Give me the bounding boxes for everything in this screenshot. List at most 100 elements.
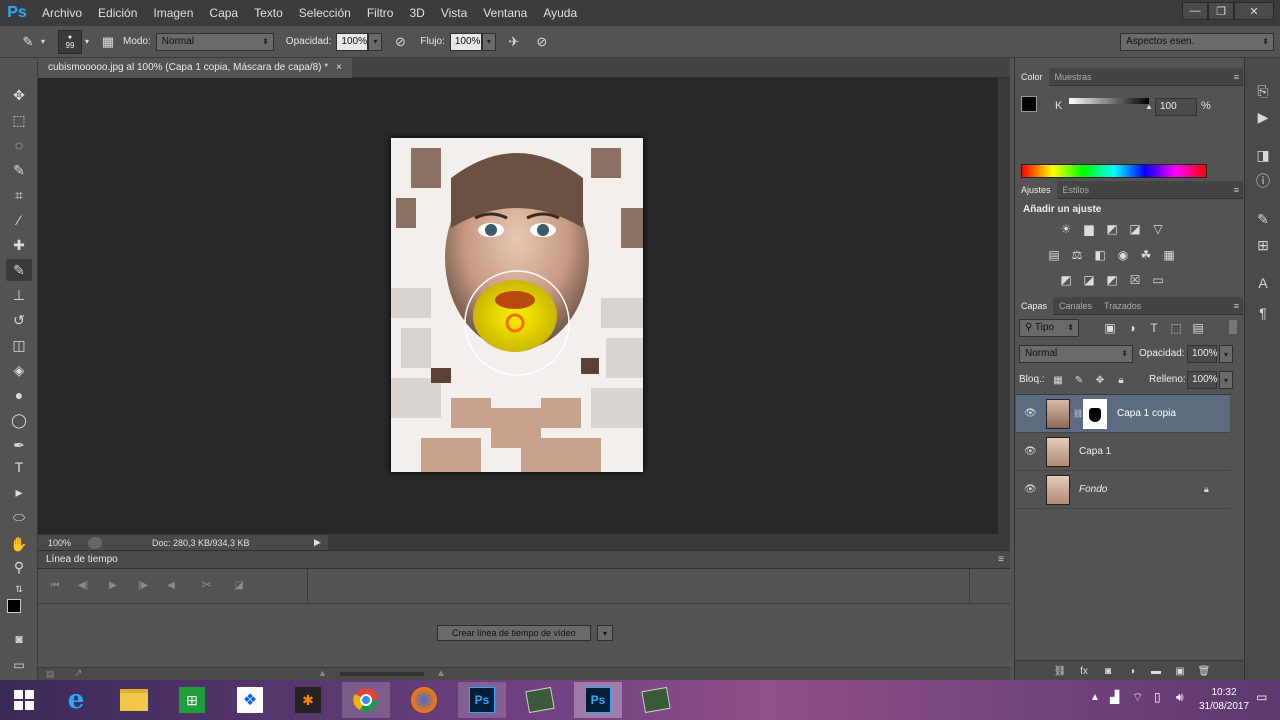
color-panel-menu-icon[interactable]: ≡ [1234, 72, 1239, 82]
render-icon[interactable]: ▤ [46, 669, 55, 680]
tab-color[interactable]: Color [1015, 67, 1049, 86]
brush-tool-icon[interactable]: ✎ [6, 259, 32, 281]
actions-panel-icon[interactable]: ▶ [1251, 106, 1275, 128]
k-slider[interactable] [1069, 98, 1149, 104]
brush-size-dropdown-icon[interactable]: ▾ [82, 33, 92, 51]
menu-ventana[interactable]: Ventana [475, 0, 535, 26]
add-mask-icon[interactable]: ◙ [1099, 663, 1117, 679]
screen-mode-icon[interactable]: ▭ [6, 654, 32, 676]
channel-mixer-icon[interactable]: ☘ [1137, 247, 1155, 263]
filter-type-icon[interactable]: T [1145, 320, 1163, 336]
gradient-map-icon[interactable]: ▭ [1149, 272, 1167, 288]
clone-stamp-tool-icon[interactable]: ⊥ [6, 284, 32, 306]
chrome-icon[interactable] [342, 682, 390, 718]
crop-tool-icon[interactable]: ⌗ [6, 184, 32, 206]
file-explorer-icon[interactable] [110, 682, 158, 718]
internet-explorer-icon[interactable]: e [52, 682, 100, 718]
tab-trazados[interactable]: Trazados [1098, 297, 1147, 315]
split-clip-icon[interactable]: ✂ [198, 577, 216, 592]
pen-tool-icon[interactable]: ✒ [6, 434, 32, 456]
close-window-button[interactable]: ✕ [1234, 2, 1274, 20]
hand-tool-icon[interactable]: ✋ [6, 533, 32, 555]
store-icon[interactable]: ⊞ [168, 682, 216, 718]
status-menu-arrow-icon[interactable]: ▶ [314, 537, 321, 548]
lock-all-icon[interactable]: 🔒︎ [1112, 372, 1130, 388]
tab-canales[interactable]: Canales [1053, 297, 1098, 315]
timeline-zoom-slider[interactable] [340, 672, 424, 676]
timeline-type-dropdown-icon[interactable]: ▾ [597, 625, 613, 641]
link-layers-icon[interactable]: ⛓ [1051, 663, 1069, 679]
menu-vista[interactable]: Vista [433, 0, 475, 26]
photoshop-taskbar-icon[interactable]: Ps [458, 682, 506, 718]
flow-slider-button[interactable]: ▾ [481, 32, 496, 51]
exposure-icon[interactable]: ◪ [1126, 221, 1144, 237]
eraser-tool-icon[interactable]: ◫ [6, 334, 32, 356]
filter-shape-icon[interactable]: ⬚ [1167, 320, 1185, 336]
quick-selection-tool-icon[interactable]: ✎ [6, 159, 32, 181]
next-frame-icon[interactable]: |▶ [134, 578, 152, 592]
windows-start-button[interactable] [0, 682, 48, 718]
k-value-input[interactable]: 100 [1155, 98, 1197, 116]
brush-tool-preset-icon[interactable]: ✎ [18, 32, 38, 52]
menu-imagen[interactable]: Imagen [145, 0, 201, 26]
lock-image-icon[interactable]: ✎ [1070, 372, 1088, 388]
foreground-color-swatch[interactable] [1021, 96, 1037, 112]
invert-icon[interactable]: ◩ [1057, 272, 1075, 288]
layer-row-capa-1-copia[interactable]: 👁︎ ⛓ Capa 1 copia [1016, 395, 1230, 433]
brush-panel-icon[interactable]: ✎ [1251, 208, 1275, 230]
foreground-color-swatch[interactable] [7, 599, 21, 613]
color-balance-icon[interactable]: ⚖ [1068, 247, 1086, 263]
layer-row-capa-1[interactable]: 👁︎ Capa 1 [1016, 433, 1230, 471]
app-taskbar-icon[interactable] [632, 682, 680, 718]
layer-name[interactable]: Capa 1 copia [1117, 408, 1176, 419]
notifications-icon[interactable]: ▭ [1256, 690, 1267, 704]
workspace-select[interactable]: Aspectos esen. ⬍ [1120, 32, 1274, 51]
app-taskbar-icon[interactable] [516, 682, 564, 718]
horizontal-scrollbar[interactable] [328, 534, 1010, 550]
vertical-scrollbar[interactable] [998, 78, 1010, 534]
menu-archivo[interactable]: Archivo [34, 0, 90, 26]
volume-icon[interactable]: 🔊︎ [1176, 690, 1184, 705]
show-hidden-icons-icon[interactable]: ▲ [1090, 692, 1100, 703]
dodge-tool-icon[interactable]: ◯ [6, 409, 32, 431]
go-to-first-frame-icon[interactable]: ⏮ [46, 578, 64, 592]
tab-muestras[interactable]: Muestras [1049, 68, 1098, 86]
menu-3d[interactable]: 3D [401, 0, 432, 26]
clock[interactable]: 10:32 31/08/2017 [1198, 686, 1250, 714]
type-tool-icon[interactable]: T [6, 456, 32, 478]
menu-capa[interactable]: Capa [201, 0, 246, 26]
layer-opacity-slider-button[interactable]: ▾ [1219, 345, 1233, 363]
transition-icon[interactable]: ◪ [230, 578, 248, 592]
dropbox-icon[interactable]: ❖ [226, 682, 274, 718]
filter-pixel-icon[interactable]: ▣ [1101, 320, 1119, 336]
media-app-icon[interactable]: ✱ [284, 682, 332, 718]
play-icon[interactable]: ▶ [104, 578, 122, 592]
properties-panel-icon[interactable]: ◨ [1251, 144, 1275, 166]
photo-filter-icon[interactable]: ◉ [1114, 247, 1132, 263]
timeline-panel-menu-icon[interactable]: ≡ [998, 554, 1004, 565]
curves-icon[interactable]: ◩ [1103, 221, 1121, 237]
levels-icon[interactable]: ▆ [1080, 221, 1098, 237]
filter-smart-object-icon[interactable]: ▤ [1189, 320, 1207, 336]
battery-icon[interactable]: ▯ [1154, 690, 1161, 704]
fill-slider-button[interactable]: ▾ [1219, 371, 1233, 389]
restore-button[interactable]: ❐ [1208, 2, 1234, 20]
menu-texto[interactable]: Texto [246, 0, 291, 26]
firefox-icon[interactable] [400, 682, 448, 718]
menu-ayuda[interactable]: Ayuda [535, 0, 585, 26]
brush-presets-icon[interactable]: ⊞ [1251, 234, 1275, 256]
adjustments-panel-menu-icon[interactable]: ≡ [1234, 185, 1239, 195]
tab-estilos[interactable]: Estilos [1057, 181, 1096, 199]
close-tab-icon[interactable]: × [336, 58, 342, 78]
brush-size-picker[interactable]: ● 99 [58, 29, 82, 54]
timeline-title[interactable]: Línea de tiempo [46, 554, 118, 565]
vibrance-icon[interactable]: ▽ [1149, 221, 1167, 237]
new-layer-icon[interactable]: ▣ [1171, 663, 1189, 679]
create-video-timeline-button[interactable]: Crear línea de tiempo de vídeo [437, 625, 591, 641]
audio-icon[interactable]: ◀ [162, 578, 180, 592]
layer-mask-thumbnail[interactable] [1083, 398, 1107, 429]
layers-panel-menu-icon[interactable]: ≡ [1234, 301, 1239, 311]
swap-colors-icon[interactable]: ⇅ [6, 578, 32, 600]
history-panel-icon[interactable]: ⎘ [1251, 80, 1275, 102]
menu-seleccion[interactable]: Selección [291, 0, 359, 26]
